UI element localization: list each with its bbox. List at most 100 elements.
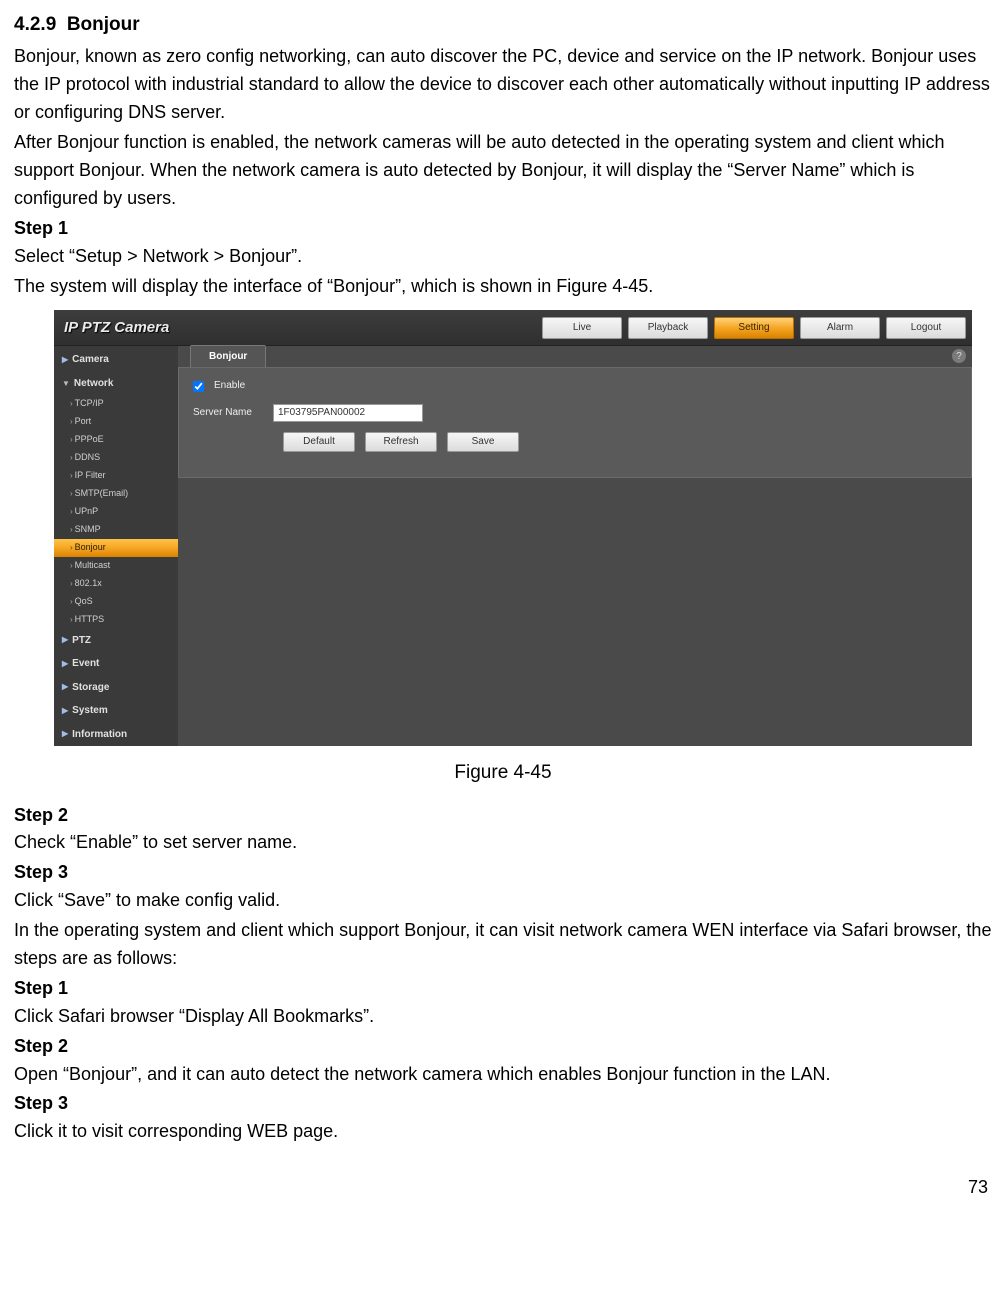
sidebar-item-label: SMTP(Email) xyxy=(75,488,129,498)
chevron-right-icon: ▶ xyxy=(62,728,68,740)
chevron-right-icon: › xyxy=(70,489,73,498)
step-text: Click it to visit corresponding WEB page… xyxy=(14,1118,992,1146)
enable-checkbox[interactable] xyxy=(193,381,204,392)
sidebar-item-8021x[interactable]: ›802.1x xyxy=(54,575,178,593)
main-panel: Bonjour ? Enable Server Name Default Ref… xyxy=(178,346,972,746)
chevron-right-icon: › xyxy=(70,453,73,462)
section-number: 4.2.9 xyxy=(14,14,56,35)
sidebar-item-label: TCP/IP xyxy=(75,398,104,408)
chevron-right-icon: › xyxy=(70,507,73,516)
step-label: Step 2 xyxy=(14,802,992,830)
chevron-right-icon: › xyxy=(70,543,73,552)
step-label: Step 1 xyxy=(14,975,992,1003)
chevron-right-icon: › xyxy=(70,579,73,588)
sidebar-cat-system[interactable]: ▶ System xyxy=(54,699,178,723)
figure-caption: Figure 4-45 xyxy=(14,758,992,787)
sidebar-item-label: PPPoE xyxy=(75,434,104,444)
chevron-right-icon: › xyxy=(70,417,73,426)
sidebar-cat-label: Storage xyxy=(72,680,109,696)
paragraph: Bonjour, known as zero config networking… xyxy=(14,43,992,127)
refresh-button[interactable]: Refresh xyxy=(365,432,437,452)
step-label: Step 3 xyxy=(14,859,992,887)
default-button[interactable]: Default xyxy=(283,432,355,452)
step-text: The system will display the interface of… xyxy=(14,273,992,301)
tab-bar: Bonjour ? xyxy=(178,346,972,368)
sidebar-item-tcpip[interactable]: ›TCP/IP xyxy=(54,395,178,413)
sidebar-cat-label: Information xyxy=(72,727,127,743)
step-label: Step 3 xyxy=(14,1090,992,1118)
sidebar-item-bonjour[interactable]: ›Bonjour xyxy=(54,539,178,557)
server-name-label: Server Name xyxy=(193,405,263,421)
sidebar-item-label: Multicast xyxy=(75,560,111,570)
step-label: Step 2 xyxy=(14,1033,992,1061)
sidebar-item-multicast[interactable]: ›Multicast xyxy=(54,557,178,575)
embedded-screenshot: IP PTZ Camera Live Playback Setting Alar… xyxy=(54,310,972,746)
sidebar-cat-storage[interactable]: ▶ Storage xyxy=(54,676,178,700)
tab-bonjour[interactable]: Bonjour xyxy=(190,345,266,368)
step-text: Click “Save” to make config valid. xyxy=(14,887,992,915)
nav-alarm-button[interactable]: Alarm xyxy=(800,317,880,339)
nav-live-button[interactable]: Live xyxy=(542,317,622,339)
chevron-right-icon: › xyxy=(70,615,73,624)
chevron-right-icon: › xyxy=(70,597,73,606)
brand-title: IP PTZ Camera xyxy=(64,316,169,339)
nav-playback-button[interactable]: Playback xyxy=(628,317,708,339)
sidebar-item-label: HTTPS xyxy=(75,614,105,624)
sidebar-item-upnp[interactable]: ›UPnP xyxy=(54,503,178,521)
sidebar-cat-ptz[interactable]: ▶ PTZ xyxy=(54,629,178,653)
sidebar-item-port[interactable]: ›Port xyxy=(54,413,178,431)
section-heading: 4.2.9 Bonjour xyxy=(14,10,992,39)
app-body: ▶Camera ▼Network ›TCP/IP ›Port ›PPPoE ›D… xyxy=(54,346,972,746)
help-icon[interactable]: ? xyxy=(952,349,966,363)
step-text: Check “Enable” to set server name. xyxy=(14,829,992,857)
sidebar-cat-label: Camera xyxy=(72,352,109,368)
sidebar-cat-information[interactable]: ▶ Information xyxy=(54,723,178,747)
form-panel: Enable Server Name Default Refresh Save xyxy=(178,368,972,478)
chevron-right-icon: ▶ xyxy=(62,658,68,670)
chevron-down-icon: ▼ xyxy=(62,378,70,390)
chevron-right-icon: › xyxy=(70,399,73,408)
sidebar-item-ipfilter[interactable]: ›IP Filter xyxy=(54,467,178,485)
save-button[interactable]: Save xyxy=(447,432,519,452)
chevron-right-icon: ▶ xyxy=(62,681,68,693)
chevron-right-icon: › xyxy=(70,435,73,444)
sidebar-item-https[interactable]: ›HTTPS xyxy=(54,611,178,629)
sidebar-item-pppoe[interactable]: ›PPPoE xyxy=(54,431,178,449)
chevron-right-icon: › xyxy=(70,561,73,570)
sidebar-item-snmp[interactable]: ›SNMP xyxy=(54,521,178,539)
sidebar-item-label: Port xyxy=(75,416,92,426)
sidebar-cat-camera[interactable]: ▶ Camera xyxy=(54,348,178,372)
sidebar-item-smtp[interactable]: ›SMTP(Email) xyxy=(54,485,178,503)
sidebar-cat-label: System xyxy=(72,703,108,719)
sidebar-cat-label: Event xyxy=(72,656,99,672)
sidebar-item-label: SNMP xyxy=(75,524,101,534)
step-text: Click Safari browser “Display All Bookma… xyxy=(14,1003,992,1031)
sidebar-item-label: UPnP xyxy=(75,506,99,516)
sidebar-cat-network[interactable]: ▼ Network xyxy=(54,372,178,396)
server-name-input[interactable] xyxy=(273,404,423,422)
sidebar-cat-label: Network xyxy=(74,376,113,392)
step-text: Select “Setup > Network > Bonjour”. xyxy=(14,243,992,271)
chevron-right-icon: › xyxy=(70,525,73,534)
nav-logout-button[interactable]: Logout xyxy=(886,317,966,339)
chevron-right-icon: ▶ xyxy=(62,705,68,717)
sidebar-item-label: Bonjour xyxy=(75,542,106,552)
chevron-right-icon: ▶ xyxy=(62,634,68,646)
step-label: Step 1 xyxy=(14,215,992,243)
button-row: Default Refresh Save xyxy=(283,432,957,452)
chevron-right-icon: ▶ xyxy=(62,354,68,366)
enable-row: Enable xyxy=(193,378,957,394)
sidebar-item-qos[interactable]: ›QoS xyxy=(54,593,178,611)
chevron-right-icon: › xyxy=(70,471,73,480)
paragraph: In the operating system and client which… xyxy=(14,917,992,973)
paragraph: After Bonjour function is enabled, the n… xyxy=(14,129,992,213)
page-number: 73 xyxy=(14,1174,992,1202)
sidebar-item-label: 802.1x xyxy=(75,578,102,588)
enable-label: Enable xyxy=(214,378,245,394)
section-title: Bonjour xyxy=(67,14,140,35)
sidebar-cat-label: PTZ xyxy=(72,633,91,649)
server-name-row: Server Name xyxy=(193,404,957,422)
sidebar-item-ddns[interactable]: ›DDNS xyxy=(54,449,178,467)
nav-setting-button[interactable]: Setting xyxy=(714,317,794,339)
sidebar-cat-event[interactable]: ▶ Event xyxy=(54,652,178,676)
